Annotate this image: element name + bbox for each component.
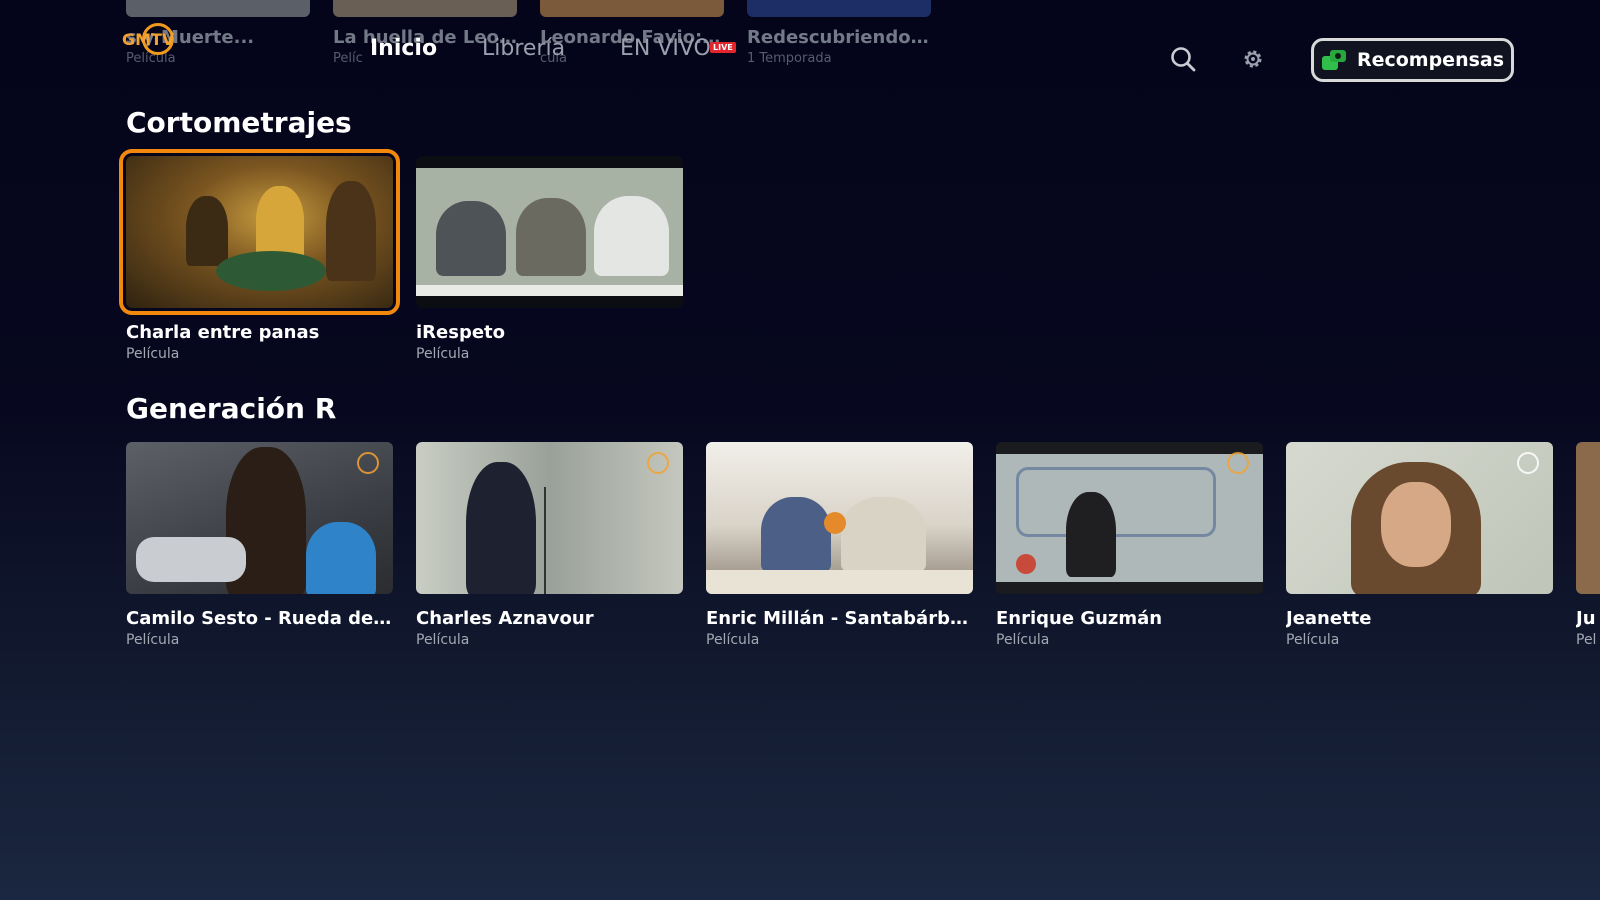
top-thumb [333,0,517,17]
card-charla-entre-panas[interactable]: Charla entre panas Película [119,149,400,362]
card-type: Película [126,632,180,648]
card-enric-millan[interactable]: Enric Millán - Santabárbara Película [706,442,973,648]
rewards-label: Recompensas [1356,49,1505,71]
card-type: Película [416,632,470,648]
card-type: Película [706,632,760,648]
card-type: Película [126,346,180,362]
thumbnail [416,156,683,308]
card-enrique-guzman[interactable]: Enrique Guzmán Película [996,442,1263,648]
top-card-sub: 1 Temporada [747,51,832,66]
gear-icon[interactable] [1238,44,1268,74]
card-partial[interactable]: Ju Pel [1576,442,1600,648]
card-title: Enrique Guzmán [996,608,1163,629]
card-title: Enric Millán - Santabárbara [706,608,973,629]
watermark-icon [1517,452,1539,474]
live-badge: LIVE [710,42,736,53]
gmtv-logo[interactable]: GMTV [122,22,190,58]
card-title: Camilo Sesto - Rueda de ... [126,608,393,629]
rewards-button[interactable]: Recompensas [1311,38,1514,82]
card-title: Charles Aznavour [416,608,594,629]
card-title: iRespeto [416,322,506,343]
thumbnail [119,149,400,315]
thumbnail [1576,442,1600,594]
top-thumb [540,0,724,17]
nav-libreria[interactable]: Librería [482,36,565,61]
card-camilo-sesto[interactable]: Camilo Sesto - Rueda de ... Película [126,442,393,648]
thumbnail [126,442,393,594]
nav-en-vivo[interactable]: EN VIVO [620,36,711,61]
card-type: Película [1286,632,1340,648]
logo-text: GMTV [122,30,175,49]
watermark-icon [647,452,669,474]
watermark-icon [1227,452,1249,474]
card-type: Película [996,632,1050,648]
thumbnail [1286,442,1553,594]
card-charles-aznavour[interactable]: Charles Aznavour Película [416,442,683,648]
card-title: Jeanette [1286,608,1372,629]
thumbnail [996,442,1263,594]
card-title: Ju [1576,608,1596,629]
section-title-cortometrajes: Cortometrajes [126,106,352,139]
thumbnail [416,442,683,594]
card-type: Pel [1576,632,1597,648]
card-title: Charla entre panas [126,322,320,343]
nav-inicio[interactable]: Inicio [370,36,437,61]
top-thumb [126,0,310,17]
search-icon[interactable] [1168,44,1198,74]
rewards-icon [1321,50,1346,70]
card-jeanette[interactable]: Jeanette Película [1286,442,1553,648]
top-card[interactable]: Redescubriendo ... 1 Temporada [747,0,931,66]
top-card-title: Redescubriendo ... [747,27,931,48]
card-type: Película [416,346,470,362]
top-thumb [747,0,931,17]
thumbnail [706,442,973,594]
watermark-icon [357,452,379,474]
section-title-generacion-r: Generación R [126,392,337,425]
card-irespeto[interactable]: iRespeto Película [416,156,683,362]
